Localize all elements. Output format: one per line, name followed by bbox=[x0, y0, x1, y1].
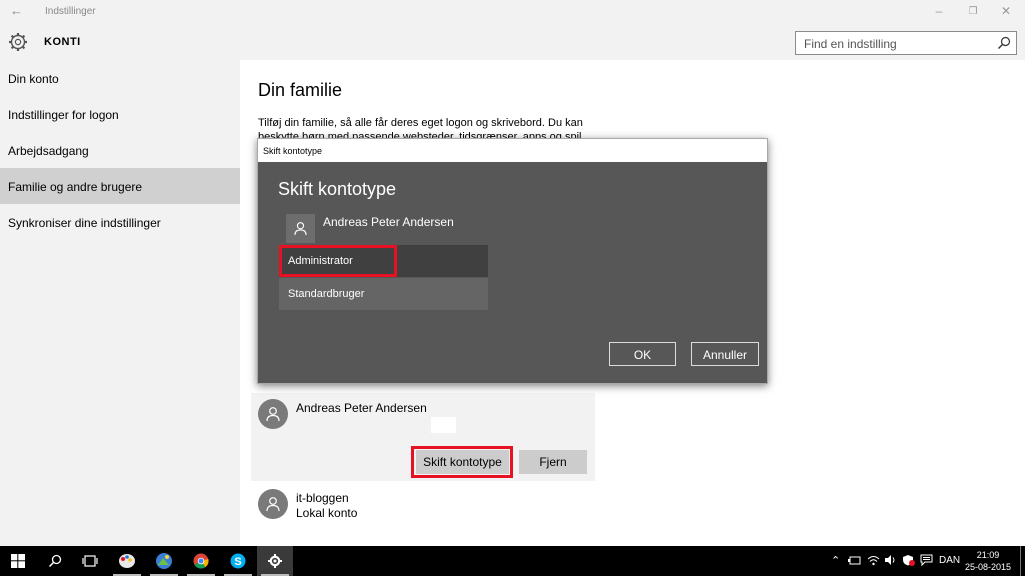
show-hidden-icons-chevron-icon[interactable]: ⌃ bbox=[831, 554, 840, 567]
taskbar-app-skype[interactable]: S bbox=[220, 546, 256, 576]
wifi-icon[interactable] bbox=[867, 554, 880, 566]
sidebar-item-synkroniser[interactable]: Synkroniser dine indstillinger bbox=[0, 204, 240, 240]
section-title: KONTI bbox=[44, 36, 81, 48]
clock-date: 25-08-2015 bbox=[964, 562, 1012, 572]
search-icon bbox=[48, 554, 62, 568]
option-standardbruger[interactable]: Standardbruger bbox=[279, 278, 488, 310]
dialog-window-title: Skift kontotype bbox=[263, 146, 323, 156]
person-icon bbox=[266, 497, 280, 512]
search-input[interactable]: Find en indstilling bbox=[795, 31, 1017, 55]
user-name: Andreas Peter Andersen bbox=[296, 401, 427, 415]
dialog-avatar bbox=[286, 214, 315, 243]
task-view-icon bbox=[82, 555, 98, 567]
chrome-icon bbox=[193, 553, 209, 569]
settings-header: KONTI Find en indstilling bbox=[0, 24, 1025, 60]
search-placeholder: Find en indstilling bbox=[804, 37, 897, 51]
sidebar-item-arbejdsadgang[interactable]: Arbejdsadgang bbox=[0, 132, 240, 168]
taskbar-app-paint[interactable] bbox=[109, 546, 145, 576]
avatar bbox=[258, 399, 288, 429]
photos-icon bbox=[156, 553, 172, 569]
cancel-button[interactable]: Annuller bbox=[691, 342, 759, 366]
start-button[interactable] bbox=[0, 546, 36, 576]
minimize-icon[interactable]: – bbox=[929, 4, 949, 18]
sidebar-item-din-konto[interactable]: Din konto bbox=[0, 60, 240, 96]
back-arrow-icon[interactable]: ← bbox=[10, 3, 23, 18]
page-description: Tilføj din familie, så alle får deres eg… bbox=[258, 117, 585, 138]
change-account-type-button[interactable]: Skift kontotype bbox=[416, 450, 509, 474]
windows-icon bbox=[11, 554, 25, 568]
task-view-button[interactable] bbox=[72, 546, 108, 576]
settings-icon bbox=[268, 554, 282, 568]
battery-icon[interactable] bbox=[848, 555, 861, 566]
other-user-type: Lokal konto bbox=[296, 506, 358, 520]
clock[interactable]: 21:09 25-08-2015 bbox=[960, 549, 1016, 573]
ok-button[interactable]: OK bbox=[609, 342, 676, 366]
skype-icon: S bbox=[230, 553, 246, 569]
language-indicator[interactable]: DAN bbox=[939, 555, 960, 566]
paint-icon bbox=[119, 554, 135, 568]
highlight-frame bbox=[279, 245, 397, 277]
window-title: Indstillinger bbox=[45, 6, 96, 17]
clock-time: 21:09 bbox=[976, 550, 1000, 560]
change-account-type-dialog: Skift kontotype Skift kontotype Andreas … bbox=[257, 138, 768, 384]
close-icon[interactable]: ✕ bbox=[996, 4, 1016, 18]
other-user-name: it-bloggen bbox=[296, 491, 349, 505]
volume-icon[interactable] bbox=[884, 554, 897, 566]
dialog-heading: Skift kontotype bbox=[278, 179, 397, 199]
dialog-user-name: Andreas Peter Andersen bbox=[323, 215, 454, 229]
placeholder-box bbox=[431, 417, 456, 433]
sidebar-item-logon[interactable]: Indstillinger for logon bbox=[0, 96, 240, 132]
person-icon bbox=[294, 222, 307, 236]
show-desktop-divider[interactable] bbox=[1020, 546, 1021, 576]
action-center-icon[interactable] bbox=[920, 554, 933, 566]
title-bar: ← Indstillinger – ❐ ✕ bbox=[0, 0, 1025, 24]
sidebar: Din konto Indstillinger for logon Arbejd… bbox=[0, 60, 240, 546]
remove-button[interactable]: Fjern bbox=[519, 450, 587, 474]
restore-icon[interactable]: ❐ bbox=[963, 6, 983, 17]
gear-icon bbox=[9, 33, 27, 51]
taskbar-app-photos[interactable] bbox=[146, 546, 182, 576]
taskbar: S ⌃ DAN 21:09 25-08-2015 bbox=[0, 546, 1025, 576]
taskbar-search-button[interactable] bbox=[37, 546, 73, 576]
person-icon bbox=[266, 407, 280, 422]
avatar bbox=[258, 489, 288, 519]
page-title: Din familie bbox=[258, 80, 343, 100]
dialog-title-bar: Skift kontotype bbox=[258, 139, 767, 162]
sidebar-item-familie[interactable]: Familie og andre brugere bbox=[0, 168, 240, 204]
taskbar-app-chrome[interactable] bbox=[183, 546, 219, 576]
search-icon[interactable] bbox=[997, 36, 1011, 50]
taskbar-app-settings[interactable] bbox=[257, 546, 293, 576]
security-alert-icon[interactable] bbox=[902, 554, 915, 566]
svg-text:S: S bbox=[234, 556, 241, 568]
